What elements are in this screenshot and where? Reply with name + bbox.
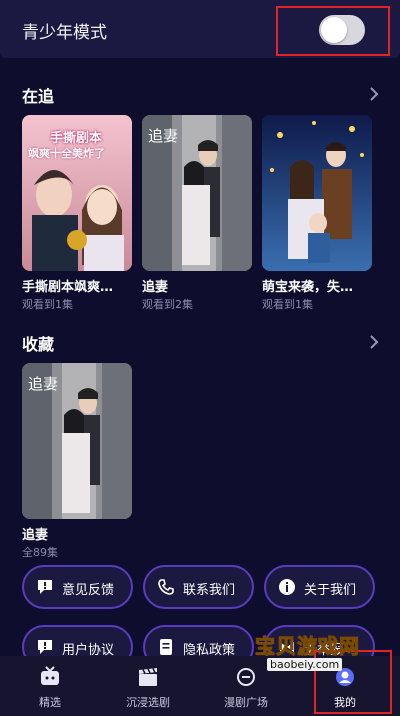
poster-image: 追妻 (22, 363, 132, 519)
poster-title-text: 追妻 (148, 127, 179, 145)
clapper-icon (139, 668, 157, 686)
favorite-card-1[interactable]: 追妻 追妻 全89集 (22, 363, 132, 559)
card-progress: 观看到2集 (142, 298, 193, 311)
tv-icon (41, 666, 59, 685)
tab-label: 沉浸选剧 (126, 696, 170, 709)
tab-label: 我的 (334, 696, 356, 709)
document-icon (160, 639, 172, 655)
agreement-icon (38, 640, 52, 654)
poster-subtitle-text: 飒爽十全美炸了 (28, 147, 105, 160)
tab-profile[interactable]: 我的 (310, 656, 380, 716)
card-title: 追妻 (22, 528, 49, 543)
card-progress: 观看到1集 (22, 298, 73, 311)
tab-featured[interactable]: 精选 (15, 656, 85, 716)
card-progress: 观看到1集 (262, 298, 313, 311)
toggle-knob (321, 17, 347, 43)
following-title: 在追 (22, 87, 55, 106)
teen-mode-label: 青少年模式 (22, 23, 107, 43)
card-title: 追妻 (142, 280, 169, 295)
report-icon (280, 642, 294, 652)
teen-mode-toggle[interactable] (319, 15, 365, 45)
profile-icon (336, 668, 354, 686)
feedback-button[interactable]: 意见反馈 (22, 565, 133, 609)
following-card-3[interactable]: 萌宝来袭，失… 观看到1集 (262, 115, 372, 311)
poster-image (262, 115, 372, 271)
about-us-label: 关于我们 (304, 583, 357, 598)
tab-immersive[interactable]: 沉浸选剧 (113, 656, 183, 716)
following-card-2[interactable]: 追妻 追妻 观看到2集 (142, 115, 252, 311)
poster-title-text: 手撕剧本 (50, 131, 103, 146)
poster-image: 手撕剧本 飒爽十全美炸了 (22, 115, 132, 271)
tab-plaza[interactable]: 漫剧广场 (211, 656, 281, 716)
following-card-1[interactable]: 手撕剧本 飒爽十全美炸了 手撕剧本飒爽… 观看到1集 (22, 115, 132, 311)
feedback-label: 意见反馈 (62, 583, 115, 598)
square-icon (237, 668, 255, 686)
following-more-icon[interactable] (368, 86, 380, 102)
info-icon (279, 579, 295, 595)
contact-us-button[interactable]: 联系我们 (143, 565, 254, 609)
poster-title-text: 追妻 (28, 375, 59, 393)
card-title: 萌宝来袭，失… (262, 280, 354, 295)
contact-us-label: 联系我们 (183, 583, 236, 598)
card-title: 手撕剧本飒爽… (22, 280, 114, 295)
tab-label: 漫剧广场 (224, 696, 268, 709)
card-progress: 全89集 (22, 546, 58, 559)
poster-image: 追妻 (142, 115, 252, 271)
tab-label: 精选 (39, 696, 61, 709)
feedback-icon (38, 580, 52, 594)
bottom-tab-bar: 精选 沉浸选剧 漫剧广场 我的 (0, 656, 400, 716)
favorites-more-icon[interactable] (368, 334, 380, 350)
phone-icon (158, 579, 174, 595)
about-us-button[interactable]: 关于我们 (264, 565, 375, 609)
teen-mode-bar: 青少年模式 (0, 0, 400, 58)
favorites-title: 收藏 (22, 335, 55, 354)
